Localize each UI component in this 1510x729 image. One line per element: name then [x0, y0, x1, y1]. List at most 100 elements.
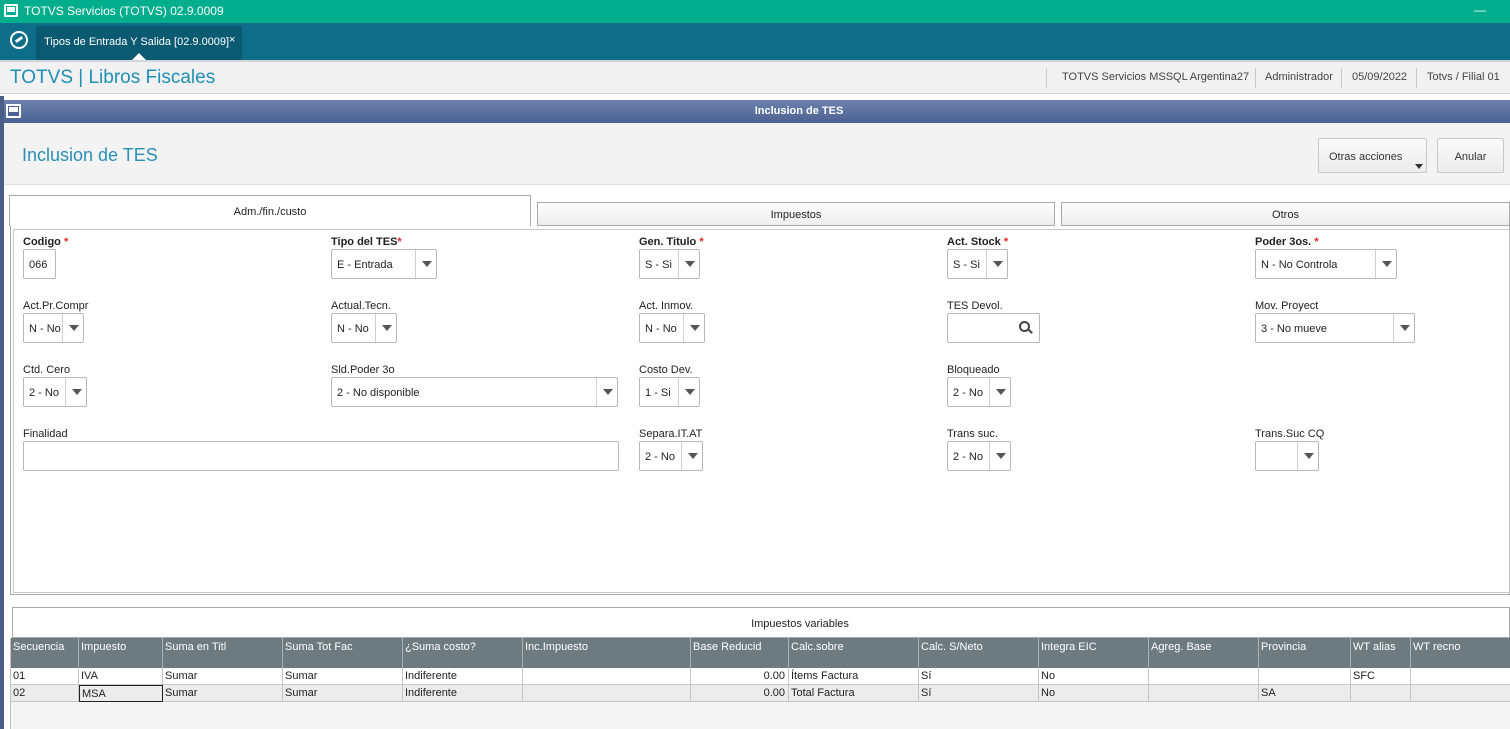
act-stock-label: Act. Stock * [947, 236, 1008, 248]
required-marker: * [699, 236, 704, 248]
costo-dev-select[interactable]: 1 - Si [639, 377, 700, 407]
ctd-cero-value: 2 - No [29, 387, 59, 399]
table-cell[interactable]: 0.00 [691, 668, 789, 685]
app-header: TOTVS | Libros Fiscales TOTVS Servicios … [0, 60, 1510, 94]
table-cell[interactable]: Sumar [163, 668, 283, 685]
tes-devol-field[interactable] [947, 313, 1040, 343]
tab-impuestos[interactable]: Impuestos [537, 202, 1055, 226]
impuestos-variables-header: Impuestos variables [12, 607, 1510, 638]
table-cell[interactable] [1411, 668, 1510, 685]
dropdown-arrow-icon [62, 314, 84, 342]
ctd-cero-select[interactable]: 2 - No [23, 377, 87, 407]
table-cell[interactable] [1259, 668, 1351, 685]
column-header[interactable]: ¿Suma costo? [403, 638, 523, 668]
column-header[interactable]: Impuesto [79, 638, 163, 668]
tab-tipos-entrada-salida[interactable]: Tipos de Entrada Y Salida [02.9.0009] × [36, 26, 242, 60]
codigo-label: Codigo * [23, 236, 68, 248]
table-cell[interactable]: Sumar [163, 685, 283, 702]
table-cell[interactable]: Sí [919, 685, 1039, 702]
dropdown-arrow-icon [65, 378, 87, 406]
act-stock-label-text: Act. Stock [947, 236, 1001, 248]
required-marker: * [1003, 236, 1009, 248]
table-cell[interactable]: IVA [79, 668, 163, 685]
mov-proyect-value: 3 - No mueve [1261, 323, 1328, 335]
dialog-header: Inclusion de TES [4, 100, 1510, 123]
column-header[interactable]: Calc.sobre [789, 638, 919, 668]
trans-suc-select[interactable]: 2 - No [947, 441, 1011, 471]
divider [1341, 68, 1342, 88]
column-header[interactable]: Integra EIC [1039, 638, 1149, 668]
app-brand: TOTVS | Libros Fiscales [10, 67, 216, 88]
tab-close-icon[interactable]: × [229, 34, 235, 46]
anular-button[interactable]: Anular [1437, 138, 1504, 173]
column-header[interactable]: Suma Tot Fac [283, 638, 403, 668]
column-header[interactable]: Inc.Impuesto [523, 638, 691, 668]
actual-tecn-label: Actual.Tecn. [331, 300, 391, 312]
table-cell[interactable]: Sumar [283, 685, 403, 702]
table-cell[interactable]: Total Factura [789, 685, 919, 702]
column-header[interactable]: Provincia [1259, 638, 1351, 668]
finalidad-field[interactable] [23, 441, 619, 471]
column-header[interactable]: Calc. S/Neto [919, 638, 1039, 668]
act-pr-compr-select[interactable]: N - No [23, 313, 84, 343]
minimize-button[interactable]: — [1474, 3, 1486, 17]
actual-tecn-select[interactable]: N - No [331, 313, 397, 343]
table-cell[interactable]: Ítems Factura [789, 668, 919, 685]
tab-label: Tipos de Entrada Y Salida [02.9.0009] [44, 36, 230, 48]
column-header[interactable]: Secuencia [11, 638, 79, 668]
required-marker: * [1314, 236, 1319, 248]
tipo-tes-select[interactable]: E - Entrada [331, 249, 437, 279]
dialog-title: Inclusion de TES [754, 105, 844, 117]
column-header[interactable]: Agreg. Base [1149, 638, 1259, 668]
dropdown-arrow-icon [681, 442, 703, 470]
separa-it-at-label: Separa.IT.AT [639, 428, 703, 440]
trans-suc-cq-select[interactable] [1255, 441, 1319, 471]
anular-label: Anular [1454, 151, 1487, 163]
form-header: Inclusion de TES [4, 123, 1510, 185]
tab-otros[interactable]: Otros [1061, 202, 1510, 226]
column-header[interactable]: WT alias [1351, 638, 1411, 668]
user-label: Administrador [1265, 71, 1333, 83]
table-cell[interactable]: 01 [11, 668, 79, 685]
bloqueado-label: Bloqueado [947, 364, 1000, 376]
mov-proyect-select[interactable]: 3 - No mueve [1255, 313, 1415, 343]
table-cell[interactable]: No [1039, 668, 1149, 685]
table-cell[interactable]: 02 [11, 685, 79, 702]
act-stock-select[interactable]: S - Si [947, 249, 1008, 279]
table-cell[interactable]: Sí [919, 668, 1039, 685]
table-cell[interactable]: SFC [1351, 668, 1411, 685]
column-header[interactable]: WT recno [1411, 638, 1510, 668]
table-cell[interactable]: No [1039, 685, 1149, 702]
dropdown-arrow-icon [678, 378, 700, 406]
bloqueado-select[interactable]: 2 - No [947, 377, 1011, 407]
gen-titulo-select[interactable]: S - Si [639, 249, 700, 279]
table-cell[interactable]: SA [1259, 685, 1351, 702]
codigo-field[interactable]: 066 [23, 249, 56, 279]
column-header[interactable]: Suma en Titl [163, 638, 283, 668]
act-pr-compr-label: Act.Pr.Compr [23, 300, 89, 312]
table-cell[interactable]: MSA [79, 685, 163, 702]
dropdown-arrow-icon [989, 442, 1011, 470]
poder-3os-select[interactable]: N - No Controla [1255, 249, 1397, 279]
table-cell[interactable] [1351, 685, 1411, 702]
column-header[interactable]: Base Reducid [691, 638, 789, 668]
search-icon[interactable] [1019, 321, 1033, 335]
separa-it-at-select[interactable]: 2 - No [639, 441, 703, 471]
table-cell[interactable] [1149, 685, 1259, 702]
totvs-logo-icon[interactable] [10, 31, 28, 49]
table-cell[interactable] [523, 668, 691, 685]
trans-suc-cq-label: Trans.Suc CQ [1255, 428, 1325, 440]
table-cell[interactable]: 0.00 [691, 685, 789, 702]
otras-acciones-button[interactable]: Otras acciones [1318, 138, 1427, 173]
table-cell[interactable]: Sumar [283, 668, 403, 685]
table-cell[interactable] [523, 685, 691, 702]
tab-adm-fin-custo[interactable]: Adm./fin./custo [9, 195, 531, 226]
dropdown-arrow-icon [1393, 314, 1415, 342]
act-inmov-select[interactable]: N - No [639, 313, 705, 343]
table-cell[interactable] [1411, 685, 1510, 702]
table-cell[interactable] [1149, 668, 1259, 685]
table-cell[interactable]: Indiferente [403, 668, 523, 685]
sld-poder-3o-select[interactable]: 2 - No disponible [331, 377, 618, 407]
sld-poder-3o-label: Sld.Poder 3o [331, 364, 395, 376]
table-cell[interactable]: Indiferente [403, 685, 523, 702]
